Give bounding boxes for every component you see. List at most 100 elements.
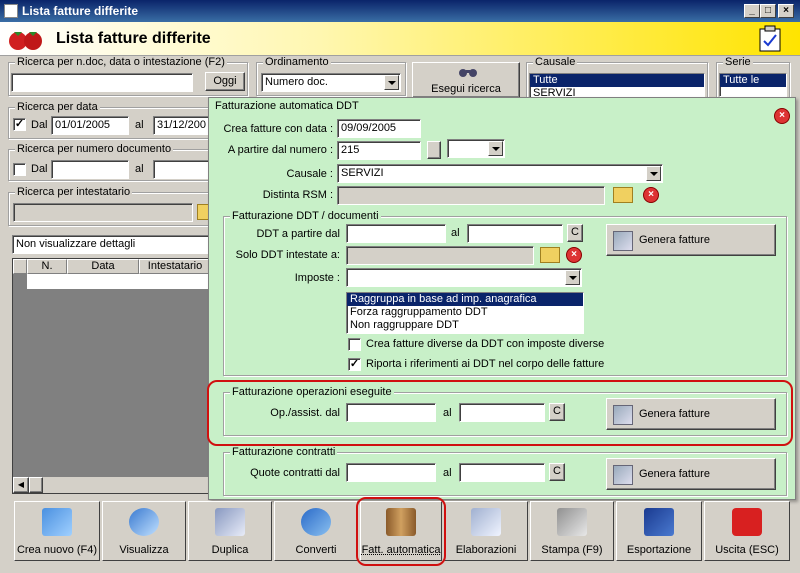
chevron-down-icon[interactable] (384, 75, 399, 90)
create-date-input[interactable]: 09/09/2005 (337, 119, 421, 138)
list-item[interactable]: Forza raggruppamento DDT (347, 306, 583, 319)
number-to-label: al (135, 163, 144, 175)
chevron-down-icon[interactable] (488, 141, 503, 156)
list-item[interactable]: Tutte le serie (720, 74, 786, 99)
highlight-auto-invoice (356, 497, 446, 566)
contract-from-label: Quote contratti dal (250, 467, 340, 479)
convert-button[interactable]: Converti (274, 501, 358, 561)
contract-c-button[interactable]: C (549, 463, 565, 481)
generate-ddt-button[interactable]: Genera fatture (606, 224, 776, 256)
print-label: Stampa (F9) (541, 544, 603, 556)
imposte-select[interactable] (346, 268, 582, 287)
documents-grid[interactable]: N. Data Intestatario ◀ (12, 258, 212, 494)
ordering-select[interactable]: Numero doc. (261, 73, 401, 92)
search-button-label: Esegui ricerca (431, 83, 501, 95)
processing-button[interactable]: Elaborazioni (444, 501, 528, 561)
start-number-button[interactable] (427, 141, 441, 159)
imposte-label: Imposte : (294, 272, 340, 284)
ddt-to-input[interactable] (467, 224, 563, 243)
gear-icon (471, 508, 501, 536)
list-item[interactable]: Tutte (530, 74, 704, 87)
date-to-label: al (135, 119, 144, 131)
app-icon (4, 4, 18, 18)
ddt-from-label: DDT a partire dal (256, 228, 340, 240)
serie-filter-list[interactable]: Tutte le serie (719, 73, 787, 99)
number-from-checkbox[interactable] (13, 163, 26, 176)
causale-value: SERVIZI (341, 167, 384, 179)
details-combo[interactable]: Non visualizzare dettagli (12, 235, 212, 254)
column-header-number[interactable]: N. (27, 259, 67, 274)
close-window-button[interactable]: × (778, 4, 794, 18)
ddt-group: Fatturazione DDT / documenti DDT a parti… (223, 210, 787, 376)
scroll-thumb[interactable] (29, 477, 43, 493)
list-item[interactable]: Non raggruppare DDT (347, 319, 583, 332)
scroll-left-button[interactable]: ◀ (13, 477, 29, 493)
distinta-input (337, 186, 605, 205)
column-header-date[interactable]: Data (67, 259, 139, 274)
close-icon[interactable]: × (774, 108, 790, 124)
diverse-label: Crea fatture diverse da DDT con imposte … (366, 338, 605, 350)
serie-filter-label: Serie (723, 56, 753, 68)
number-from-label: Dal (31, 163, 48, 175)
number-from-input[interactable] (51, 160, 129, 179)
solo-ddt-input (346, 246, 534, 265)
header-banner: Lista fatture differite (0, 22, 800, 56)
duplicate-icon (215, 508, 245, 536)
folder-icon[interactable] (540, 247, 560, 263)
search-number-group: Ricerca per numero documento Dal al (8, 143, 218, 181)
processing-label: Elaborazioni (455, 544, 517, 556)
date-from-checkbox[interactable]: ✓ (13, 118, 26, 131)
minimize-button[interactable]: _ (744, 4, 760, 18)
date-from-input[interactable]: 01/01/2005 (51, 116, 129, 135)
ddt-c-button[interactable]: C (567, 224, 583, 242)
duplicate-button[interactable]: Duplica (188, 501, 272, 561)
view-icon (129, 508, 159, 536)
riporta-checkbox[interactable]: ✓ (348, 358, 361, 371)
new-button[interactable]: Crea nuovo (F4) (14, 501, 100, 561)
window-title: Lista fatture differite (22, 4, 139, 18)
exit-button[interactable]: Uscita (ESC) (704, 501, 790, 561)
grouping-list[interactable]: Raggruppa in base ad imp. anagrafica For… (346, 292, 584, 334)
power-icon (732, 508, 762, 536)
causale-label: Causale : (286, 168, 333, 180)
export-label: Esportazione (626, 544, 692, 556)
diverse-checkbox[interactable] (348, 338, 361, 351)
holder-input (13, 203, 193, 222)
grid-corner (13, 259, 27, 274)
search-doc-input[interactable] (11, 73, 193, 92)
printer-icon (557, 508, 587, 536)
table-row[interactable] (27, 274, 211, 289)
list-item[interactable]: Raggruppa in base ad imp. anagrafica (347, 293, 583, 306)
contract-from-input[interactable] (346, 463, 436, 482)
ddt-from-input[interactable] (346, 224, 446, 243)
folder-icon[interactable] (613, 187, 633, 203)
serie-select[interactable] (447, 139, 505, 158)
today-button[interactable]: Oggi (205, 72, 245, 91)
ddt-group-label: Fatturazione DDT / documenti (230, 210, 381, 222)
exit-label: Uscita (ESC) (715, 544, 779, 556)
clear-icon[interactable]: × (566, 247, 582, 263)
start-number-input[interactable]: 215 (337, 141, 421, 160)
contract-to-input[interactable] (459, 463, 545, 482)
column-header-holder[interactable]: Intestatario (139, 259, 211, 274)
causale-filter-label: Causale (533, 56, 578, 68)
view-button[interactable]: Visualizza (102, 501, 186, 561)
search-doc-label: Ricerca per n.doc, data o intestazione (… (15, 56, 227, 68)
ordering-label: Ordinamento (263, 56, 331, 68)
solo-ddt-label: Solo DDT intestate a: (235, 249, 340, 261)
export-button[interactable]: Esportazione (616, 501, 702, 561)
chevron-down-icon[interactable] (646, 166, 661, 181)
causale-select[interactable]: SERVIZI (337, 164, 663, 183)
checklist-icon[interactable] (758, 25, 784, 53)
maximize-button[interactable]: □ (760, 4, 776, 18)
clear-icon[interactable]: × (643, 187, 659, 203)
chevron-down-icon[interactable] (565, 270, 580, 285)
search-date-group: Ricerca per data ✓ Dal 01/01/2005 al 31/… (8, 101, 218, 139)
search-button[interactable]: Esegui ricerca (412, 62, 520, 98)
highlight-operations (207, 380, 793, 446)
horizontal-scrollbar[interactable]: ◀ (13, 477, 211, 493)
serie-filter-group: Serie Tutte le serie (716, 56, 790, 102)
print-button[interactable]: Stampa (F9) (530, 501, 614, 561)
search-holder-group: Ricerca per intestatario (8, 186, 218, 226)
generate-contract-button[interactable]: Genera fatture (606, 458, 776, 490)
